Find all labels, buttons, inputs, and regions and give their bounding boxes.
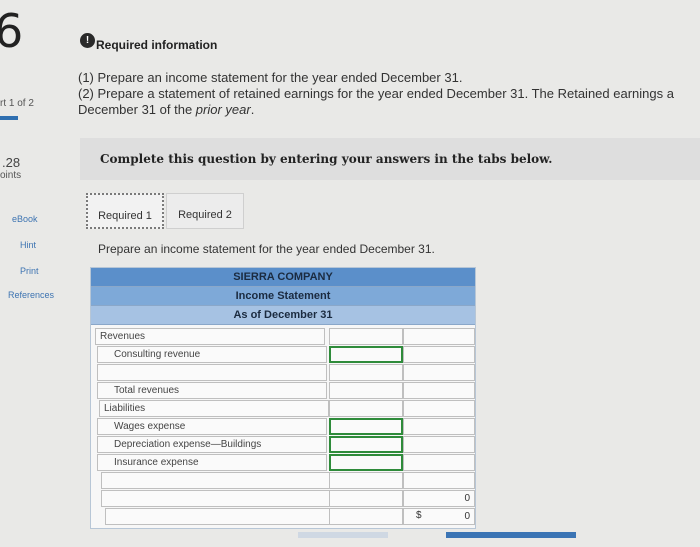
amount-input[interactable] <box>329 346 403 363</box>
exclamation-icon: ! <box>80 33 95 48</box>
amount-input[interactable] <box>329 472 403 489</box>
table-row: Revenues <box>91 327 475 345</box>
part-indicator: rt 1 of 2 <box>0 98 34 109</box>
total-input[interactable] <box>403 436 475 453</box>
instructions: (1) Prepare an income statement for the … <box>78 70 674 118</box>
amount-input[interactable] <box>329 508 403 525</box>
amount-input[interactable] <box>329 418 403 435</box>
points-value: .28 <box>2 155 21 170</box>
instruction-line-1: (1) Prepare an income statement for the … <box>78 70 463 85</box>
total-input[interactable] <box>403 346 475 363</box>
amount-input[interactable] <box>329 490 403 507</box>
row-label-input[interactable]: Revenues <box>95 328 325 345</box>
amount-input[interactable] <box>329 454 403 471</box>
table-row: Total revenues <box>91 381 475 399</box>
points-label: oints <box>0 170 22 181</box>
table-row <box>91 363 475 381</box>
total-input[interactable] <box>403 400 475 417</box>
row-label-input[interactable] <box>101 472 331 489</box>
total-input[interactable] <box>403 418 475 435</box>
question-number: 6 <box>0 4 24 58</box>
complete-question-band: Complete this question by entering your … <box>80 138 700 180</box>
total-input[interactable]: 0 <box>403 508 475 525</box>
table-row: Consulting revenue <box>91 345 475 363</box>
total-input[interactable] <box>403 382 475 399</box>
amount-input[interactable] <box>329 400 403 417</box>
table-row <box>91 471 475 489</box>
table-row: Liabilities <box>91 399 475 417</box>
table-row: Wages expense <box>91 417 475 435</box>
row-label-input[interactable]: Depreciation expense—Buildings <box>97 436 327 453</box>
row-label-input[interactable] <box>97 364 327 381</box>
references-link[interactable]: References <box>8 290 54 300</box>
part-progress-bar <box>0 116 18 120</box>
tab-prompt: Prepare an income statement for the year… <box>98 242 435 256</box>
row-label-input[interactable]: Consulting revenue <box>97 346 327 363</box>
currency-symbol: $ <box>416 510 422 521</box>
table-row: 0 <box>91 489 475 507</box>
row-label-input[interactable]: Liabilities <box>99 400 329 417</box>
amount-input[interactable] <box>329 436 403 453</box>
tab-required-1[interactable]: Required 1 <box>86 193 164 229</box>
row-label-input[interactable] <box>101 490 331 507</box>
table-row: 0 $ <box>91 507 475 525</box>
instruction-line-3: December 31 of the prior year. <box>78 102 255 117</box>
statement-title: Income Statement <box>91 287 475 306</box>
table-row: Depreciation expense—Buildings <box>91 435 475 453</box>
horizontal-scrollbar-track[interactable] <box>298 532 388 538</box>
table-row: Insurance expense <box>91 453 475 471</box>
row-label-input[interactable]: Insurance expense <box>97 454 327 471</box>
tab-required-2[interactable]: Required 2 <box>166 193 244 229</box>
total-input[interactable] <box>403 472 475 489</box>
total-input[interactable] <box>403 328 475 345</box>
amount-input[interactable] <box>329 328 403 345</box>
income-statement-table: SIERRA COMPANY Income Statement As of De… <box>90 267 476 529</box>
instruction-line-2: (2) Prepare a statement of retained earn… <box>78 86 674 101</box>
company-name: SIERRA COMPANY <box>91 268 475 287</box>
required-information-title: Required information <box>96 38 218 52</box>
hint-link[interactable]: Hint <box>20 240 36 250</box>
horizontal-scrollbar-thumb[interactable] <box>446 532 576 538</box>
total-input[interactable]: 0 <box>403 490 475 507</box>
statement-date: As of December 31 <box>91 306 475 325</box>
total-input[interactable] <box>403 364 475 381</box>
ebook-link[interactable]: eBook <box>12 214 38 224</box>
total-input[interactable] <box>403 454 475 471</box>
amount-input[interactable] <box>329 364 403 381</box>
amount-input[interactable] <box>329 382 403 399</box>
print-link[interactable]: Print <box>20 266 39 276</box>
row-label-input[interactable]: Wages expense <box>97 418 327 435</box>
complete-question-text: Complete this question by entering your … <box>100 152 553 166</box>
row-label-input[interactable]: Total revenues <box>97 382 327 399</box>
row-label-input[interactable] <box>105 508 335 525</box>
